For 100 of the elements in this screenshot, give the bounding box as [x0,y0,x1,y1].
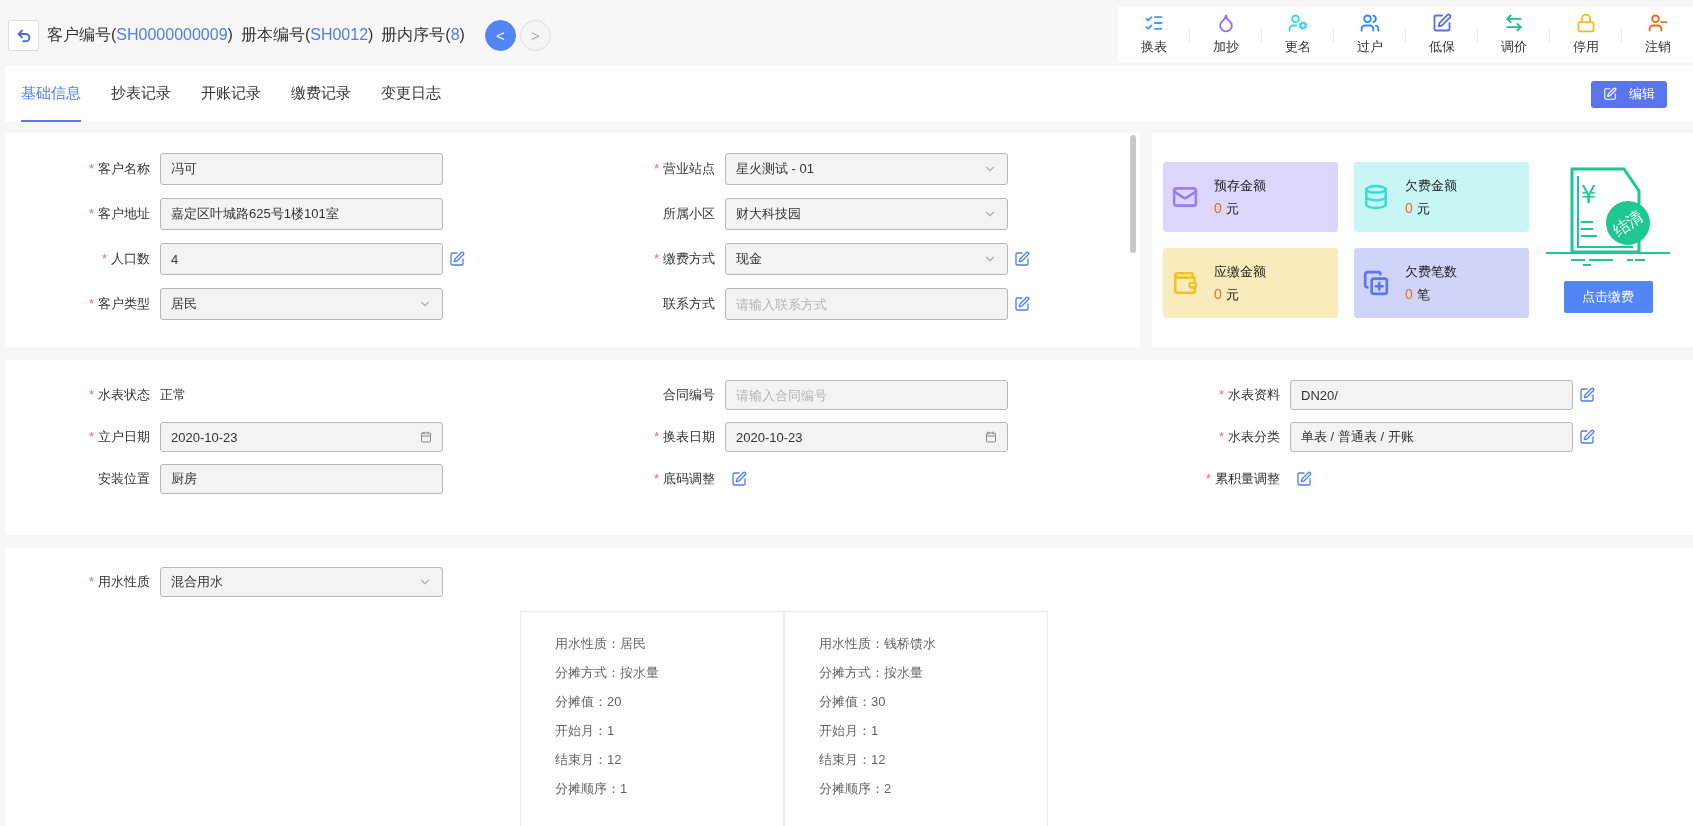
card-amount: 0 笔 [1405,284,1431,304]
field-label: * 水表资料 [1217,386,1281,404]
field-label: * 客户地址 [87,205,151,223]
field-label: * 立户日期 [87,428,151,446]
edit-icon [1603,87,1617,101]
card-label: 预存金额 [1214,176,1266,195]
calendar-icon [420,431,432,443]
select-field[interactable]: 混合用水 [160,567,443,597]
card-label: 欠费笔数 [1405,262,1457,281]
toolbar-button[interactable]: 停用 [1550,7,1621,62]
select-field[interactable]: 现金 [725,243,1008,275]
user-minus-icon [1647,13,1668,33]
back-arrow-icon [15,27,32,44]
input-field[interactable]: 单表 / 普通表 / 开账 [1290,422,1573,452]
coin-stack-icon [1363,184,1389,210]
select-field[interactable]: 星火测试 - 01 [725,153,1008,185]
date-field[interactable]: 2020-10-23 [160,422,443,452]
wallet-icon [1172,270,1198,296]
allocation-text: 开始月：1 [819,723,880,739]
card-amount: 0 元 [1214,198,1240,218]
toolbar-button[interactable]: 换表 [1118,7,1189,62]
input-field[interactable]: 厨房 [160,464,443,494]
field-label: * 底码调整 [652,470,716,488]
toolbar-button[interactable]: 加抄 [1190,7,1261,62]
field-label: * 水表分类 [1217,428,1281,446]
tab[interactable]: 开账记录 [201,66,261,122]
tab[interactable]: 基础信息 [21,66,81,122]
toolbar-button[interactable]: 更名 [1262,7,1333,62]
allocation-text: 结束月：12 [555,752,623,768]
allocation-text: 用水性质：居民 [555,636,647,652]
edit-icon [731,471,747,487]
allocation-text: 结束月：12 [819,752,887,768]
toolbar-button[interactable]: 注销 [1622,7,1693,62]
allocation-text: 分摊值：30 [819,694,887,710]
field-label: * 累积量调整 [1204,470,1281,488]
input-field[interactable]: 嘉定区叶城路625号1楼101室 [160,198,443,230]
tab[interactable]: 缴费记录 [291,66,351,122]
checklist-icon [1143,13,1164,33]
edit-button[interactable] [1014,251,1030,267]
edit-button[interactable] [1579,387,1595,403]
edit-icon [1014,251,1030,267]
tab[interactable]: 变更日志 [381,66,441,122]
allocation-text: 开始月：1 [555,723,616,739]
field-label: * 营业站点 [652,160,716,178]
edit-icon [1296,471,1312,487]
back-button[interactable] [8,20,39,51]
field-label: 安装位置 [97,470,151,488]
date-field[interactable]: 2020-10-23 [725,422,1008,452]
title-text: 册内序号(8) [381,25,465,45]
card-label: 欠费金额 [1405,176,1457,195]
envelope-icon [1172,184,1198,210]
edit-icon [1579,387,1595,403]
title-text: 册本编号(SH0012) [240,25,374,45]
edit-button[interactable] [1296,471,1312,487]
field-label: * 水表状态 [87,386,151,404]
edit-button[interactable] [1579,429,1595,445]
lock-icon [1575,13,1596,33]
pen-icon [1431,13,1452,33]
allocation-text: 分摊顺序：1 [555,781,629,797]
tab[interactable]: 抄表记录 [111,66,171,122]
allocation-text: 分摊值：20 [555,694,623,710]
edit-button[interactable] [1014,296,1030,312]
edit-icon [449,251,465,267]
input-field[interactable]: DN20/ [1290,380,1573,410]
select-field[interactable]: 居民 [160,288,443,320]
input-field[interactable]: 冯可 [160,153,443,185]
title-text: 客户编号(SH0000000009) [47,25,233,45]
copy-plus-icon [1363,270,1389,296]
input-field[interactable]: 4 [160,243,443,275]
field-label: * 人口数 [100,250,151,268]
field-label: 合同编号 [662,386,716,404]
field-label: * 客户名称 [87,160,151,178]
card-amount: 0 元 [1214,284,1240,304]
calendar-icon [985,431,997,443]
field-value: 正常 [160,386,186,404]
toolbar-button[interactable]: 调价 [1478,7,1549,62]
field-label: 联系方式 [662,295,716,313]
edit-icon [1014,296,1030,312]
toolbar-button[interactable]: 低保 [1406,7,1477,62]
edit-button[interactable] [449,251,465,267]
allocation-text: 分摊方式：按水量 [819,665,924,681]
receipt-stamp-drawing: ¥ 结清 [1545,167,1671,271]
field-label: * 缴费方式 [652,250,716,268]
edit-button[interactable] [731,471,747,487]
field-label: 所属小区 [662,205,716,223]
allocation-text: 用水性质：钱桥馈水 [819,636,937,652]
scrollbar-thumb[interactable] [1130,135,1136,253]
card-label: 应缴金额 [1214,262,1266,281]
select-field[interactable]: 财大科技园 [725,198,1008,230]
card-amount: 0 元 [1405,198,1431,218]
users-icon [1359,13,1380,33]
edit-button[interactable]: 编辑 [1591,80,1667,108]
field-label: * 客户类型 [87,295,151,313]
allocation-text: 分摊方式：按水量 [555,665,660,681]
field-label: * 用水性质 [87,573,151,591]
toolbar-button[interactable]: 过户 [1334,7,1405,62]
allocation-text: 分摊顺序：2 [819,781,893,797]
user-gear-icon [1287,13,1308,33]
edit-icon [1579,429,1595,445]
field-label: * 换表日期 [652,428,716,446]
